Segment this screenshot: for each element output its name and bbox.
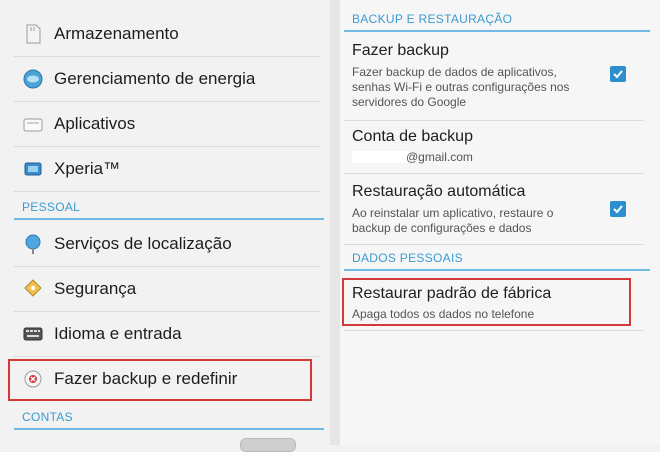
settings-item-localizacao[interactable]: Serviços de localização [14,222,320,267]
highlight-box-restaurar [342,278,631,326]
pref-conta-backup[interactable]: Conta de backup @gmail.com [344,121,644,174]
check-icon [613,205,623,214]
xperia-icon [22,158,44,180]
keyboard-icon [22,323,44,345]
pref-subtitle: Fazer backup de dados de aplicativos, se… [352,65,570,109]
settings-item-xperia[interactable]: Xperia™ [14,147,320,192]
check-icon [613,70,623,79]
backup-detail-pane: BACKUP E RESTAURAÇÃO Fazer backup Fazer … [340,0,660,445]
account-sync-toggle[interactable] [240,438,296,452]
settings-item-label: Segurança [54,279,137,298]
sd-card-icon [22,23,44,45]
section-header-backup: BACKUP E RESTAURAÇÃO [344,12,650,32]
pref-title: Restauração automática [352,183,526,200]
apps-icon [22,113,44,135]
pref-restauracao-automatica[interactable]: Restauração automática Ao reinstalar um … [344,174,644,245]
pref-title: Conta de backup [352,128,473,145]
section-header-pessoal: PESSOAL [14,200,324,220]
settings-item-label: Aplicativos [54,114,136,133]
lock-key-icon [22,278,44,300]
settings-item-energia[interactable]: Gerenciamento de energia [14,57,320,102]
settings-item-aplicativos[interactable]: Aplicativos [14,102,320,147]
pref-title: Fazer backup [352,42,449,59]
battery-icon [22,68,44,90]
highlight-box-backup [8,359,312,401]
settings-item-label: Xperia™ [54,159,121,178]
checkbox-fazer-backup[interactable] [610,66,626,82]
checkbox-restauracao[interactable] [610,201,626,217]
section-header-contas: CONTAS [14,410,324,430]
settings-item-label: Idioma e entrada [54,324,182,343]
pref-fazer-backup[interactable]: Fazer backup Fazer backup de dados de ap… [344,34,644,121]
pref-subtitle: Ao reinstalar um aplicativo, restaure o … [352,206,554,235]
pref-email: @gmail.com [406,150,473,164]
location-icon [22,233,44,255]
settings-item-label: Armazenamento [54,24,179,43]
redacted-email [352,151,410,163]
settings-item-armazenamento[interactable]: Armazenamento [14,12,320,57]
settings-item-idioma[interactable]: Idioma e entrada [14,312,320,357]
section-header-dados-pessoais: DADOS PESSOAIS [344,251,650,271]
settings-item-label: Serviços de localização [54,234,232,253]
settings-item-label: Gerenciamento de energia [54,69,256,88]
settings-list-pane: Armazenamento Gerenciamento de energia A… [0,0,330,452]
pane-divider [330,0,340,445]
settings-item-seguranca[interactable]: Segurança [14,267,320,312]
